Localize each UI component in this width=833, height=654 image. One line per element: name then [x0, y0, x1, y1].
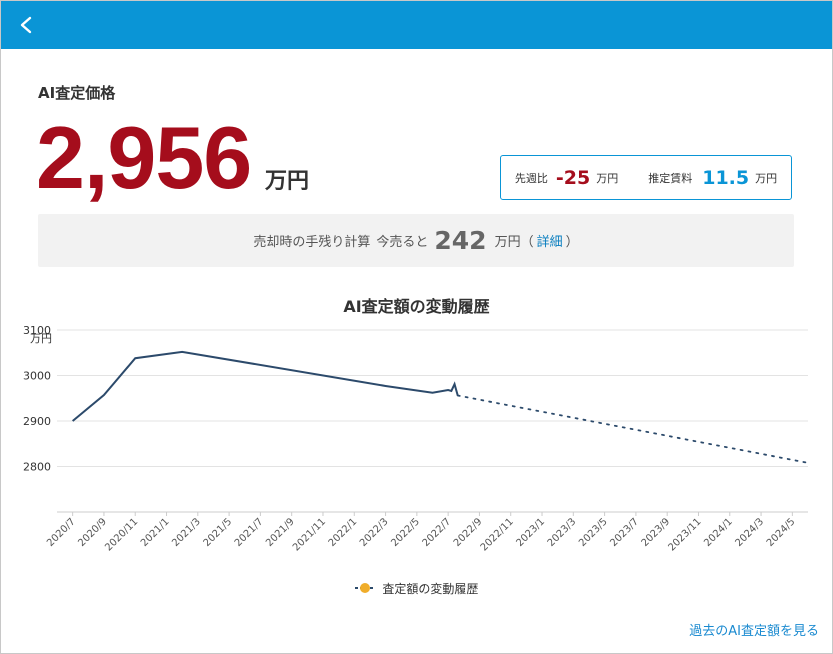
x-tick-label: 2024/3: [734, 516, 767, 549]
sell-now-label: 今売ると: [376, 235, 429, 250]
x-tick-label: 2021/5: [202, 516, 235, 549]
estimated-rent-label: 推定賃料: [648, 171, 693, 185]
x-tick-label: 2023/7: [608, 516, 641, 549]
x-tick-label: 2021/3: [170, 516, 203, 549]
paren-open: （: [520, 235, 534, 250]
chart-title: AI査定額の変動履歴: [343, 297, 490, 316]
x-tick-label: 2022/11: [479, 516, 516, 553]
valuation-unit: 万円: [265, 169, 310, 194]
x-tick-label: 2021/1: [139, 516, 172, 549]
net-proceeds-unit: 万円: [494, 235, 521, 250]
x-tick-label: 2023/11: [666, 516, 703, 553]
x-tick-label: 2024/5: [765, 516, 798, 549]
y-tick-label: 2800: [23, 461, 51, 474]
valuation-label: AI査定価格: [38, 84, 116, 102]
week-change-value: -25: [555, 166, 591, 189]
detail-link[interactable]: 詳細: [537, 231, 563, 250]
legend-label: 査定額の変動履歴: [382, 582, 479, 596]
x-tick-label: 2020/11: [103, 516, 140, 553]
legend-marker-icon: [354, 582, 375, 597]
x-tick-label: 2023/1: [514, 516, 547, 549]
x-tick-label: 2023/5: [577, 516, 610, 549]
chevron-left-icon: [19, 16, 43, 34]
week-change-unit: 万円: [596, 171, 619, 185]
y-tick-label: 3000: [23, 370, 51, 383]
net-proceeds-box: 売却時の手残り計算 今売ると 242 万円 （ 詳細 ）: [38, 214, 794, 267]
estimated-rent-value: 11.5: [702, 166, 750, 189]
x-tick-label: 2021/11: [291, 516, 328, 553]
net-proceeds-label: 売却時の手残り計算: [253, 235, 371, 250]
valuation-price: 2,956: [36, 108, 252, 207]
x-tick-label: 2022/5: [389, 516, 422, 549]
x-tick-label: 2024/1: [702, 516, 735, 549]
x-tick-label: 2022/1: [327, 516, 360, 549]
past-valuations-link[interactable]: 過去のAI査定額を見る: [689, 620, 819, 639]
x-tick-label: 2022/3: [358, 516, 391, 549]
x-tick-label: 2020/7: [45, 516, 78, 549]
chart-legend[interactable]: 査定額の変動履歴: [0, 580, 833, 597]
forecast-series-line: [456, 394, 809, 464]
paren-close: ）: [565, 235, 579, 250]
x-tick-label: 2023/3: [546, 516, 579, 549]
top-bar: [1, 1, 832, 49]
summary-box: 先週比 -25 万円 推定賃料 11.5 万円: [500, 155, 792, 200]
y-tick-label: 2900: [23, 415, 51, 428]
back-button[interactable]: [19, 11, 43, 39]
x-tick-label: 2021/7: [233, 516, 266, 549]
week-change-label: 先週比: [514, 171, 548, 185]
y-tick-label: 3100: [23, 324, 51, 337]
history-series-line: [72, 350, 459, 422]
x-tick-label: 2022/7: [421, 516, 454, 549]
net-proceeds-amount: 242: [434, 226, 487, 255]
valuation-history-chart: 万円28002900300031002020/72020/92020/11202…: [23, 324, 809, 553]
estimated-rent-unit: 万円: [755, 171, 778, 185]
